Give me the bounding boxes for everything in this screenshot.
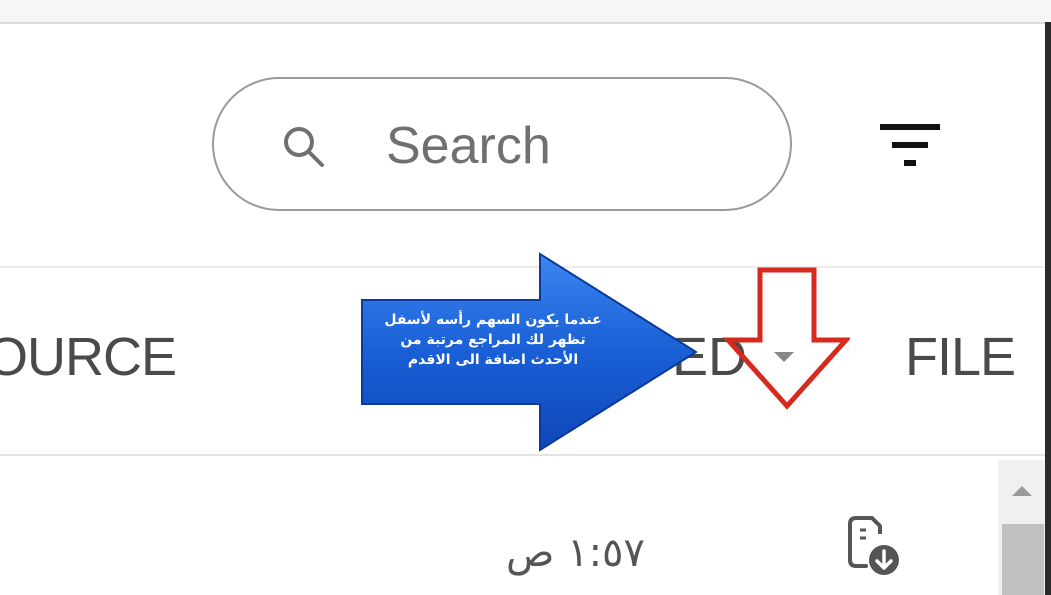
- header-divider-bottom: [0, 454, 1045, 456]
- file-download-icon[interactable]: [838, 510, 912, 584]
- top-bar: [0, 0, 1051, 24]
- column-header-source[interactable]: OURCE: [0, 326, 177, 388]
- scrollbar-thumb[interactable]: [1002, 524, 1044, 595]
- callout-annotation-text: عندما يكون السهم رأسه لأسفل تظهر لك المر…: [384, 312, 602, 368]
- window-edge: [1045, 22, 1051, 595]
- column-header-file[interactable]: FILE: [905, 326, 1016, 388]
- search-input[interactable]: [386, 116, 746, 176]
- row-time: ١:٥٧ ص: [506, 530, 646, 576]
- search-icon: [284, 127, 324, 167]
- scroll-up-arrow-icon[interactable]: [1010, 484, 1034, 498]
- down-arrow-annotation: [722, 267, 850, 410]
- filter-icon[interactable]: [872, 118, 948, 174]
